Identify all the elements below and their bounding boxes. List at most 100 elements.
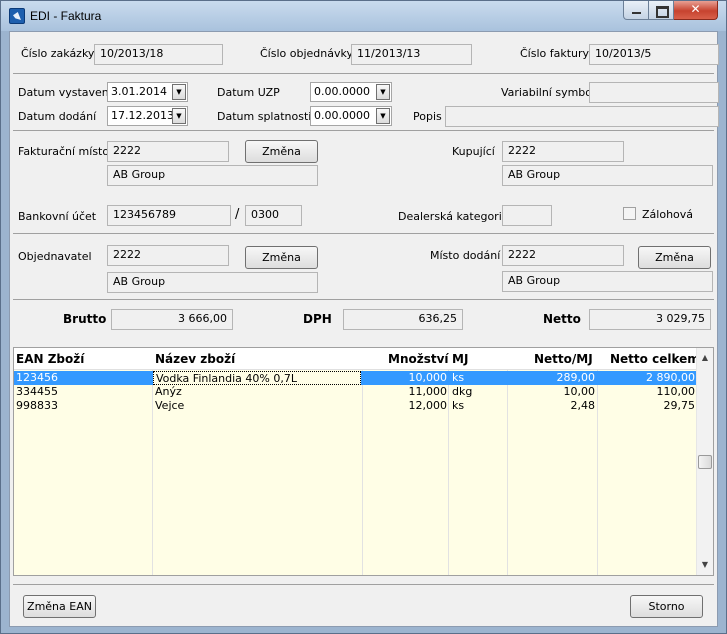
kupujici-label: Kupující	[452, 145, 495, 158]
datum-dodani-label: Datum dodání	[18, 110, 97, 123]
account-slash: /	[235, 207, 240, 222]
cell-mj: ks	[452, 371, 465, 384]
netto-field[interactable]: 3 029,75	[589, 309, 711, 330]
fakturacni-misto-name-field[interactable]: AB Group	[107, 165, 318, 186]
dph-label: DPH	[303, 312, 332, 326]
calendar-dropdown-icon[interactable]: ▼	[376, 108, 390, 124]
datum-vystaveni-value: 3.01.2014	[111, 85, 167, 98]
datum-vystaveni-label: Datum vystavení	[18, 86, 112, 99]
column-header-mnozstvi[interactable]: Množství	[388, 352, 449, 366]
minimize-button[interactable]	[623, 1, 649, 20]
column-header-netto-mj[interactable]: Netto/MJ	[534, 352, 593, 366]
calendar-dropdown-icon[interactable]: ▼	[376, 84, 390, 100]
app-icon	[9, 8, 25, 24]
calendar-dropdown-icon[interactable]: ▼	[172, 84, 186, 100]
cislo-zakazky-label: Číslo zakázky	[21, 47, 95, 60]
brutto-label: Brutto	[63, 312, 107, 326]
cell-ean: 334455	[16, 385, 58, 398]
edi-faktura-window: EDI - Faktura Číslo zakázky 10/2013/18 Č…	[0, 0, 727, 634]
cislo-faktury-label: Číslo faktury	[520, 47, 590, 60]
objednavatel-name-field[interactable]: AB Group	[107, 272, 318, 293]
objednavatel-code-field[interactable]: 2222	[107, 245, 229, 266]
datum-vystaveni-picker[interactable]: 3.01.2014 ▼	[107, 82, 188, 102]
datum-dodani-picker[interactable]: 17.12.2013 ▼	[107, 106, 188, 126]
cell-mnozstvi: 11,000	[408, 385, 448, 398]
grid-header: EAN Zboží Název zboží Množství MJ Netto/…	[14, 348, 700, 370]
variabilni-symbol-label: Variabilní symbol	[501, 86, 596, 99]
variabilni-symbol-field[interactable]	[589, 82, 719, 103]
section-document-numbers: Číslo zakázky 10/2013/18 Číslo objednávk…	[13, 32, 719, 74]
column-header-nazev[interactable]: Název zboží	[155, 352, 235, 366]
cell-netto-mj: 10,00	[563, 385, 596, 398]
dealerska-kategorie-label: Dealerská kategorie	[398, 210, 509, 223]
storno-button[interactable]: Storno	[630, 595, 703, 618]
title-bar[interactable]: EDI - Faktura	[1, 1, 726, 31]
fakturacni-misto-label: Fakturační místo	[18, 145, 110, 158]
kupujici-name-field[interactable]: AB Group	[502, 165, 713, 186]
datum-uzp-picker[interactable]: 0.00.0000 ▼	[310, 82, 392, 102]
section-billing-parties: Fakturační místo 2222 Změna AB Group Kup…	[13, 131, 714, 234]
cislo-objednavky-field[interactable]: 11/2013/13	[351, 44, 472, 65]
caption-buttons	[623, 1, 718, 21]
fakturacni-misto-zmena-button[interactable]: Změna	[245, 140, 318, 163]
cell-ean: 123456	[16, 371, 58, 384]
window-title: EDI - Faktura	[30, 9, 102, 23]
cell-netto-mj: 2,48	[570, 399, 596, 412]
kupujici-code-field[interactable]: 2222	[502, 141, 624, 162]
netto-label: Netto	[543, 312, 581, 326]
invoice-items-grid[interactable]: EAN Zboží Název zboží Množství MJ Netto/…	[13, 347, 714, 576]
scroll-down-arrow-icon[interactable]: ▼	[697, 557, 713, 573]
zalohova-checkbox[interactable]	[623, 207, 636, 220]
datum-splatnosti-label: Datum splatnosti	[217, 110, 312, 123]
section-orderer-delivery: Objednavatel 2222 Změna AB Group Místo d…	[13, 234, 714, 300]
calendar-dropdown-icon[interactable]: ▼	[172, 108, 186, 124]
grid-vertical-scrollbar[interactable]: ▲ ▼	[696, 348, 713, 575]
popis-field[interactable]	[445, 106, 719, 127]
maximize-button[interactable]	[649, 1, 674, 20]
cell-mj: dkg	[452, 385, 473, 398]
datum-splatnosti-picker[interactable]: 0.00.0000 ▼	[310, 106, 392, 126]
cell-mnozstvi: 10,000	[408, 371, 448, 384]
cell-netto-celkem: 110,00	[656, 385, 696, 398]
cell-netto-celkem: 2 890,00	[646, 371, 695, 384]
cell-mj: ks	[452, 399, 465, 412]
bankovni-ucet-number-field[interactable]: 123456789	[107, 205, 231, 226]
bankovni-ucet-bank-field[interactable]: 0300	[245, 205, 302, 226]
datum-dodani-value: 17.12.2013	[111, 109, 174, 122]
brutto-field[interactable]: 3 666,00	[111, 309, 233, 330]
objednavatel-zmena-button[interactable]: Změna	[245, 246, 318, 269]
cislo-objednavky-label: Číslo objednávky	[260, 47, 353, 60]
column-header-mj[interactable]: MJ	[452, 352, 468, 366]
popis-label: Popis	[413, 110, 442, 123]
cell-nazev: Anýz	[155, 385, 182, 398]
table-row[interactable]: 123456 Vodka Finlandia 40% 0,7L 10,000 k…	[14, 371, 697, 385]
objednavatel-label: Objednavatel	[18, 250, 92, 263]
close-button[interactable]	[674, 1, 718, 20]
zmena-ean-button[interactable]: Změna EAN	[23, 595, 96, 618]
cell-nazev: Vejce	[155, 399, 185, 412]
zalohova-label: Zálohová	[642, 208, 694, 221]
fakturacni-misto-code-field[interactable]: 2222	[107, 141, 229, 162]
misto-dodani-name-field[interactable]: AB Group	[502, 271, 713, 292]
cell-nazev[interactable]: Vodka Finlandia 40% 0,7L	[153, 371, 361, 385]
section-dates: Datum vystavení 3.01.2014 ▼ Datum UZP 0.…	[13, 74, 719, 131]
column-header-netto-celkem[interactable]: Netto celkem	[610, 352, 700, 366]
cislo-faktury-field[interactable]: 10/2013/5	[589, 44, 719, 65]
column-header-ean[interactable]: EAN Zboží	[16, 352, 84, 366]
form-client-area: Číslo zakázky 10/2013/18 Číslo objednávk…	[9, 31, 719, 627]
datum-splatnosti-value: 0.00.0000	[314, 109, 370, 122]
scroll-up-arrow-icon[interactable]: ▲	[697, 350, 713, 366]
footer-divider	[13, 584, 714, 585]
cislo-zakazky-field[interactable]: 10/2013/18	[94, 44, 223, 65]
scroll-thumb[interactable]	[698, 455, 712, 469]
bankovni-ucet-label: Bankovní účet	[18, 210, 97, 223]
dealerska-kategorie-field[interactable]	[502, 205, 552, 226]
table-row[interactable]: 334455 Anýz 11,000 dkg 10,00 110,00	[14, 385, 697, 399]
dph-field[interactable]: 636,25	[343, 309, 463, 330]
cell-netto-celkem: 29,75	[663, 399, 696, 412]
misto-dodani-zmena-button[interactable]: Změna	[638, 246, 711, 269]
misto-dodani-code-field[interactable]: 2222	[502, 245, 624, 266]
cell-ean: 998833	[16, 399, 58, 412]
cell-mnozstvi: 12,000	[408, 399, 448, 412]
table-row[interactable]: 998833 Vejce 12,000 ks 2,48 29,75	[14, 399, 697, 413]
